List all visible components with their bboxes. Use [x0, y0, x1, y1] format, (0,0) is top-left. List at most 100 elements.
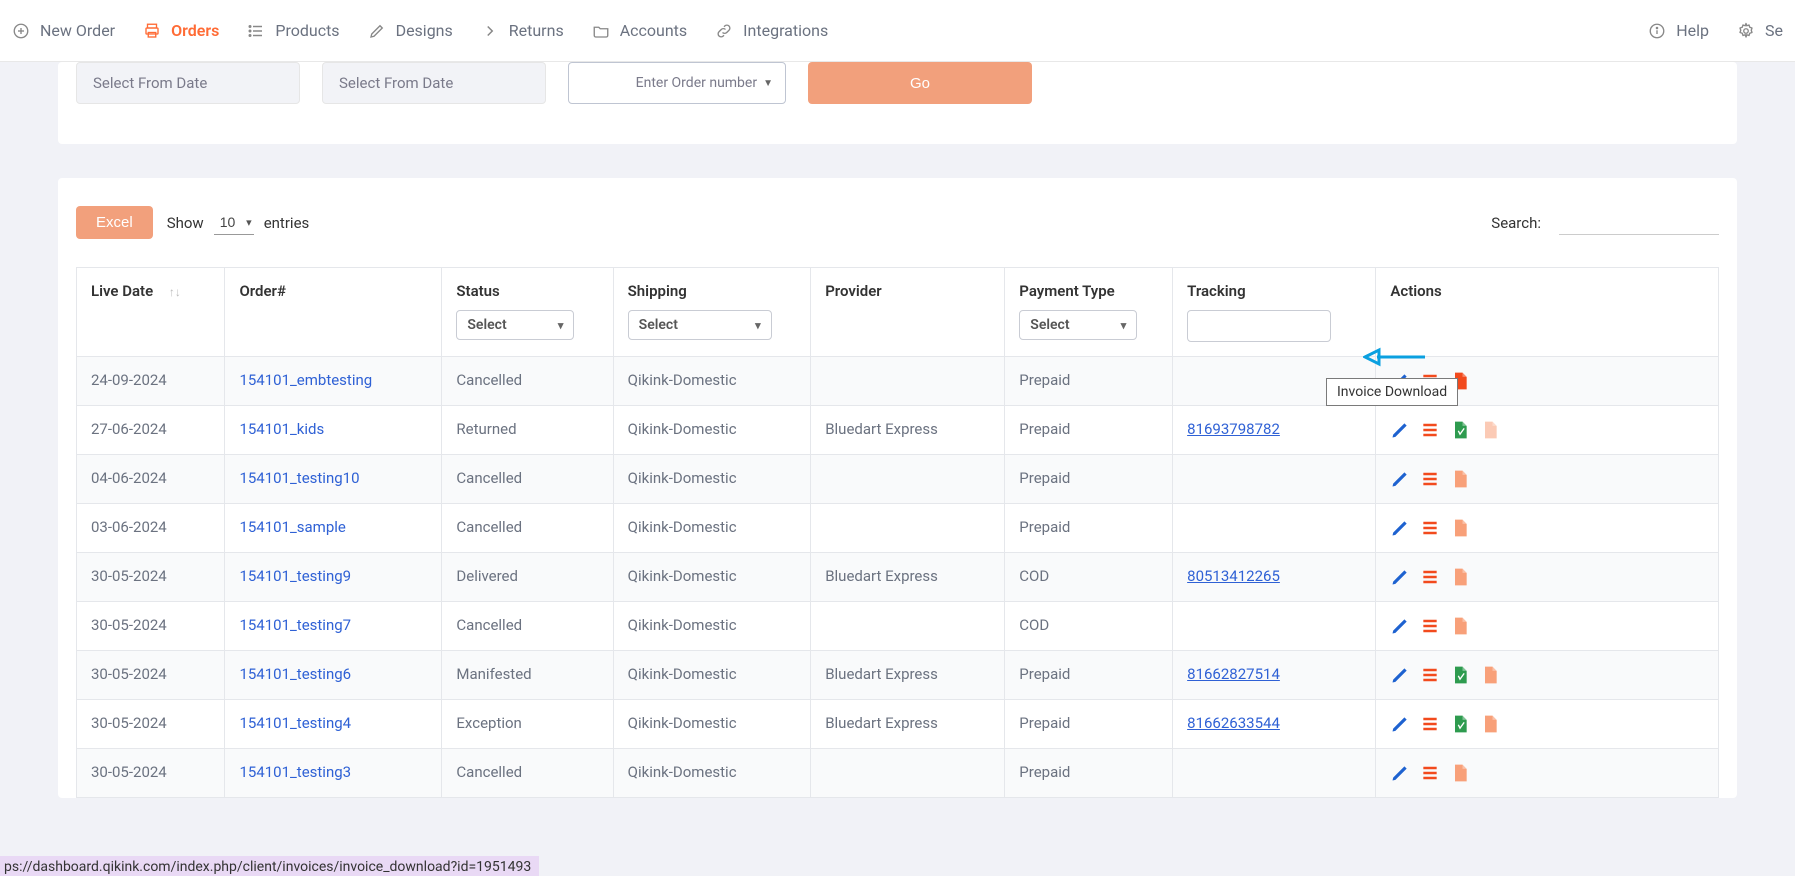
col-provider[interactable]: Provider: [825, 282, 882, 300]
nav-products[interactable]: Products: [247, 21, 339, 40]
field-label: Select From Date: [339, 74, 453, 92]
menu-icon[interactable]: [1420, 420, 1440, 440]
cell-status: Delivered: [442, 553, 613, 602]
col-shipping[interactable]: Shipping: [628, 282, 797, 300]
nav-settings[interactable]: Se: [1737, 21, 1783, 40]
nav-accounts[interactable]: Accounts: [592, 21, 687, 40]
order-link[interactable]: 154101_testing6: [239, 665, 351, 683]
nav-label: Orders: [171, 21, 219, 40]
order-link[interactable]: 154101_testing10: [239, 469, 359, 487]
menu-icon[interactable]: [1420, 518, 1440, 538]
to-date-field[interactable]: Select From Date: [322, 62, 546, 104]
info-icon: [1648, 22, 1666, 40]
menu-icon[interactable]: [1420, 469, 1440, 489]
nav-orders[interactable]: Orders: [143, 21, 219, 40]
menu-icon[interactable]: [1420, 714, 1440, 734]
tracking-link[interactable]: 80513412265: [1187, 567, 1280, 585]
cell-live-date: 04-06-2024: [77, 455, 225, 504]
invoice-download-icon[interactable]: [1480, 714, 1500, 734]
pdf-icon[interactable]: [1450, 665, 1470, 685]
placeholder-text: Enter Order number: [636, 75, 757, 91]
invoice-download-icon[interactable]: [1450, 763, 1470, 783]
invoice-download-icon[interactable]: [1450, 616, 1470, 636]
nav-label: Designs: [396, 21, 453, 40]
search-input[interactable]: [1559, 211, 1719, 235]
cell-live-date: 30-05-2024: [77, 700, 225, 749]
cell-provider: Bluedart Express: [811, 406, 1005, 455]
col-status[interactable]: Status: [456, 282, 598, 300]
cell-shipping: Qikink-Domestic: [613, 357, 811, 406]
status-filter-select[interactable]: Select ▾: [456, 310, 574, 340]
edit-icon[interactable]: [1390, 665, 1410, 685]
printer-icon: [143, 22, 161, 40]
invoice-download-icon[interactable]: [1450, 518, 1470, 538]
tracking-link[interactable]: 81693798782: [1187, 420, 1280, 438]
edit-icon[interactable]: [1390, 616, 1410, 636]
edit-icon[interactable]: [1390, 763, 1410, 783]
entries-select[interactable]: 10: [214, 210, 254, 235]
nav-label: Integrations: [743, 21, 828, 40]
invoice-download-tooltip: Invoice Download: [1326, 378, 1458, 406]
invoice-download-icon[interactable]: [1480, 420, 1500, 440]
order-link[interactable]: 154101_testing9: [239, 567, 351, 585]
cell-status: Cancelled: [442, 602, 613, 651]
order-link[interactable]: 154101_kids: [239, 420, 324, 438]
col-payment-type[interactable]: Payment Type: [1019, 282, 1158, 300]
invoice-download-icon[interactable]: [1480, 665, 1500, 685]
invoice-download-icon[interactable]: [1450, 469, 1470, 489]
shipping-filter-select[interactable]: Select ▾: [628, 310, 772, 340]
nav-returns[interactable]: Returns: [481, 21, 564, 40]
menu-icon[interactable]: [1420, 616, 1440, 636]
cell-payment: Prepaid: [1005, 651, 1173, 700]
excel-button[interactable]: Excel: [76, 206, 153, 239]
pdf-icon[interactable]: [1450, 714, 1470, 734]
tracking-filter-input[interactable]: [1187, 310, 1331, 342]
col-tracking[interactable]: Tracking: [1187, 282, 1361, 300]
order-link[interactable]: 154101_testing7: [239, 616, 351, 634]
cell-status: Cancelled: [442, 504, 613, 553]
nav-help[interactable]: Help: [1648, 21, 1709, 40]
menu-icon[interactable]: [1420, 567, 1440, 587]
col-order[interactable]: Order#: [239, 282, 285, 300]
edit-icon[interactable]: [1390, 714, 1410, 734]
nav-designs[interactable]: Designs: [368, 21, 453, 40]
chevron-down-icon: ▾: [558, 319, 564, 332]
go-button[interactable]: Go: [808, 62, 1032, 104]
edit-icon[interactable]: [1390, 469, 1410, 489]
cell-payment: Prepaid: [1005, 406, 1173, 455]
actions-cell: [1390, 714, 1704, 734]
cell-tracking: 80513412265: [1173, 553, 1376, 602]
cell-payment: Prepaid: [1005, 357, 1173, 406]
cell-provider: [811, 749, 1005, 798]
cell-tracking: [1173, 749, 1376, 798]
cell-provider: [811, 357, 1005, 406]
col-actions: Actions: [1390, 282, 1441, 300]
order-link[interactable]: 154101_embtesting: [239, 371, 372, 389]
edit-icon[interactable]: [1390, 567, 1410, 587]
cell-live-date: 30-05-2024: [77, 602, 225, 651]
nav-new-order[interactable]: New Order: [12, 21, 115, 40]
payment-filter-select[interactable]: Select ▾: [1019, 310, 1137, 340]
cell-status: Cancelled: [442, 357, 613, 406]
pdf-icon[interactable]: [1450, 420, 1470, 440]
tracking-link[interactable]: 81662827514: [1187, 665, 1280, 683]
nav-label: Accounts: [620, 21, 687, 40]
order-link[interactable]: 154101_testing4: [239, 714, 351, 732]
cell-shipping: Qikink-Domestic: [613, 504, 811, 553]
order-link[interactable]: 154101_sample: [239, 518, 345, 536]
tracking-link[interactable]: 81662633544: [1187, 714, 1280, 732]
from-date-field[interactable]: Select From Date: [76, 62, 300, 104]
invoice-download-icon[interactable]: [1450, 567, 1470, 587]
menu-icon[interactable]: [1420, 665, 1440, 685]
order-number-search[interactable]: Enter Order number ▼: [568, 62, 786, 104]
edit-icon[interactable]: [1390, 420, 1410, 440]
nav-integrations[interactable]: Integrations: [715, 21, 828, 40]
order-link[interactable]: 154101_testing3: [239, 763, 351, 781]
menu-icon[interactable]: [1420, 763, 1440, 783]
table-row: 30-05-2024154101_testing3CancelledQikink…: [77, 749, 1719, 798]
actions-cell: [1390, 616, 1704, 636]
col-live-date[interactable]: Live Date: [91, 282, 153, 300]
list-icon: [247, 22, 265, 40]
nav-label: Help: [1676, 21, 1709, 40]
edit-icon[interactable]: [1390, 518, 1410, 538]
